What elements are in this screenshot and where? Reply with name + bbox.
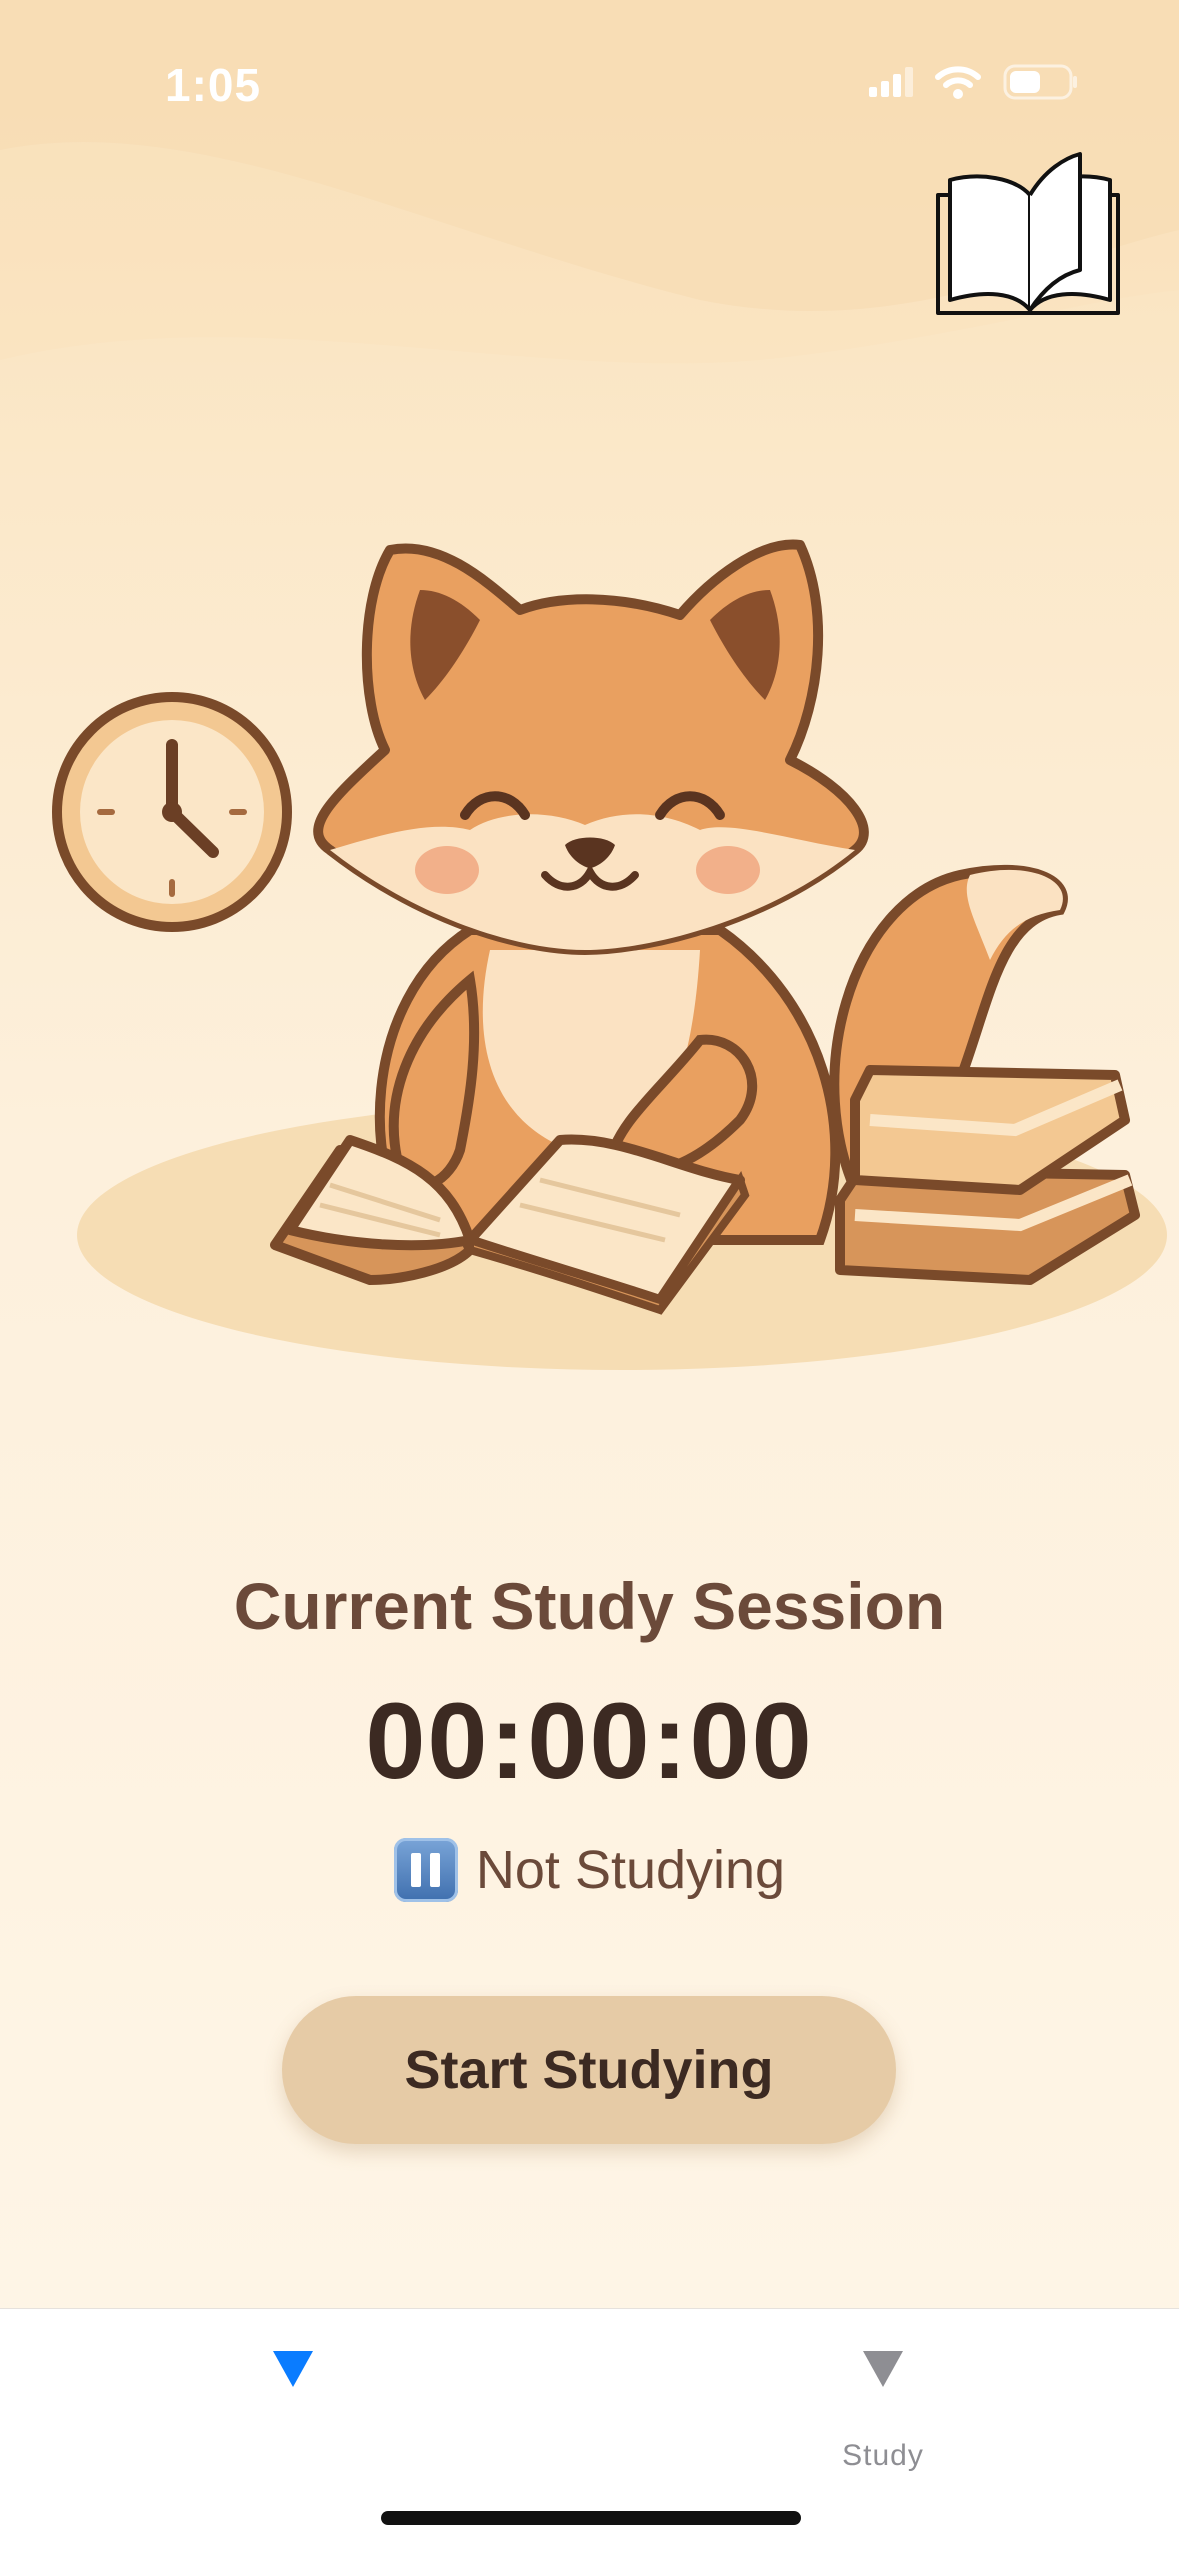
open-book-icon[interactable] [935, 150, 1125, 320]
fox-head [313, 539, 869, 955]
fox-reading-illustration [52, 539, 1167, 1370]
study-screen: 1:05 Current Study Session 00:00:00 Not … [0, 0, 1179, 2308]
wifi-icon [935, 66, 981, 99]
battery-icon [1003, 64, 1077, 100]
clock-icon [52, 692, 292, 932]
triangle-down-icon [863, 2351, 903, 2387]
tab-home[interactable] [143, 2339, 443, 2479]
session-status: Not Studying [0, 1838, 1179, 1902]
status-bar: 1:05 [0, 0, 1179, 170]
tab-study-label: Study [842, 2439, 924, 2472]
home-indicator [381, 2511, 801, 2525]
status-icons [869, 64, 1079, 100]
session-timer: 00:00:00 [365, 1680, 814, 1801]
triangle-down-icon [273, 2351, 313, 2387]
pause-icon [393, 1838, 458, 1902]
tab-study[interactable]: Study [733, 2339, 1033, 2479]
session-title: Current Study Session [233, 1569, 946, 1643]
status-time: 1:05 [165, 59, 262, 111]
cellular-signal-icon [869, 67, 913, 97]
session-status-text: Not Studying [475, 1840, 786, 1900]
start-studying-button[interactable]: Start Studying [282, 1996, 896, 2144]
